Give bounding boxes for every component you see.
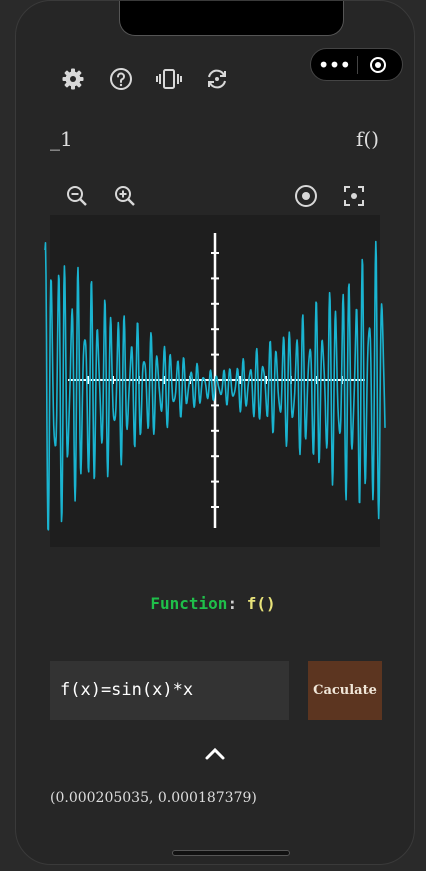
more-icon[interactable]: •••	[311, 55, 357, 75]
calculate-button[interactable]: Caculate	[308, 661, 382, 720]
center-icon[interactable]	[293, 183, 319, 209]
graph-canvas[interactable]	[44, 215, 386, 547]
sequence-label: _1	[50, 127, 73, 151]
function-value: f()	[246, 594, 276, 613]
capsule-divider	[357, 55, 358, 74]
function-keyword: Function	[150, 594, 228, 613]
target-icon[interactable]	[370, 56, 386, 73]
function-plot	[44, 233, 386, 531]
vibrate-icon[interactable]	[156, 66, 182, 92]
function-display: Function: f()	[0, 594, 426, 613]
refresh-icon[interactable]	[204, 66, 230, 92]
chevron-up-icon[interactable]	[203, 742, 227, 766]
fit-icon[interactable]	[341, 183, 367, 209]
mini-program-capsule: •••	[310, 48, 403, 81]
zoom-out-icon[interactable]	[64, 183, 90, 209]
zoom-in-icon[interactable]	[112, 183, 138, 209]
gear-icon[interactable]	[60, 66, 86, 92]
help-icon[interactable]	[108, 66, 134, 92]
function-colon: :	[227, 594, 247, 613]
function-label: f()	[356, 127, 380, 151]
notch	[119, 1, 344, 36]
home-indicator	[172, 850, 290, 856]
function-input[interactable]: f(x)=sin(x)*x	[50, 661, 289, 720]
coordinate-readout: (0.000205035, 0.000187379)	[50, 790, 257, 806]
